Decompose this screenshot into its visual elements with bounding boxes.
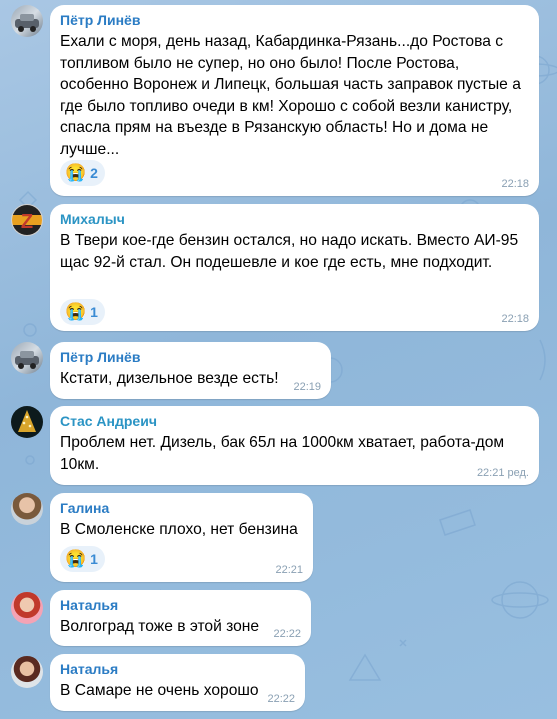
- message-text: Ехали с моря, день назад, Кабардинка-Ряз…: [60, 33, 521, 158]
- message-bubble[interactable]: Пётр Линёв Ехали с моря, день назад, Каб…: [50, 5, 539, 196]
- sender-name[interactable]: Пётр Линёв: [60, 349, 321, 366]
- message-bubble[interactable]: Наталья В Самаре не очень хорошо 22:22: [50, 654, 305, 711]
- avatar[interactable]: Z: [11, 204, 43, 236]
- message-text: В Самаре не очень хорошо: [60, 682, 259, 699]
- message-text: Кстати, дизельное везде есть!: [60, 370, 279, 387]
- avatar[interactable]: [11, 5, 43, 37]
- avatar[interactable]: [11, 592, 43, 624]
- message-text: Проблем нет. Дизель, бак 65л на 1000км х…: [60, 434, 505, 473]
- crying-face-icon: 😭: [65, 549, 87, 568]
- sender-name[interactable]: Михалыч: [60, 211, 529, 228]
- reaction-badge[interactable]: 😭 1: [60, 299, 105, 325]
- message-time: 22:18: [501, 178, 529, 190]
- sender-name[interactable]: Наталья: [60, 661, 295, 678]
- crying-face-icon: 😭: [65, 302, 87, 321]
- reaction-count: 1: [90, 551, 98, 567]
- sender-name[interactable]: Наталья: [60, 597, 301, 614]
- sender-name[interactable]: Пётр Линёв: [60, 12, 529, 29]
- message-time: 22:22: [267, 693, 295, 705]
- message-time: 22:18: [501, 313, 529, 325]
- avatar[interactable]: [11, 656, 43, 688]
- message-bubble[interactable]: Галина В Смоленске плохо, нет бензина 😭 …: [50, 493, 313, 582]
- message-text: Волгоград тоже в этой зоне: [60, 618, 260, 635]
- message-bubble[interactable]: Михалыч В Твери кое-где бензин остался, …: [50, 204, 539, 331]
- message-time: 22:19: [293, 381, 321, 393]
- message-text: В Твери кое-где бензин остался, но надо …: [60, 232, 519, 271]
- car-photo-icon: [15, 14, 39, 32]
- avatar[interactable]: [11, 493, 43, 525]
- avatar[interactable]: [11, 406, 43, 438]
- svg-text:Z: Z: [21, 211, 33, 233]
- christmas-tree-icon: [18, 410, 36, 432]
- avatar[interactable]: [11, 342, 43, 374]
- message-time: 22:21: [275, 564, 303, 576]
- reaction-count: 1: [90, 304, 98, 320]
- message-time: 22:22: [273, 628, 301, 640]
- reaction-badge[interactable]: 😭 1: [60, 546, 105, 572]
- reaction-count: 2: [90, 165, 98, 181]
- message-bubble[interactable]: Пётр Линёв Кстати, дизельное везде есть!…: [50, 342, 331, 399]
- reaction-badge[interactable]: 😭 2: [60, 160, 105, 186]
- message-bubble[interactable]: Стас Андреич Проблем нет. Дизель, бак 65…: [50, 406, 539, 485]
- message-time: 22:21 ред.: [476, 467, 529, 479]
- message-text: В Смоленске плохо, нет бензина: [60, 521, 298, 538]
- z-flag-icon: Z: [12, 205, 42, 235]
- crying-face-icon: 😭: [65, 163, 87, 182]
- sender-name[interactable]: Стас Андреич: [60, 413, 529, 430]
- message-bubble[interactable]: Наталья Волгоград тоже в этой зоне 22:22: [50, 590, 311, 646]
- sender-name[interactable]: Галина: [60, 500, 303, 517]
- car-photo-icon: [15, 351, 39, 369]
